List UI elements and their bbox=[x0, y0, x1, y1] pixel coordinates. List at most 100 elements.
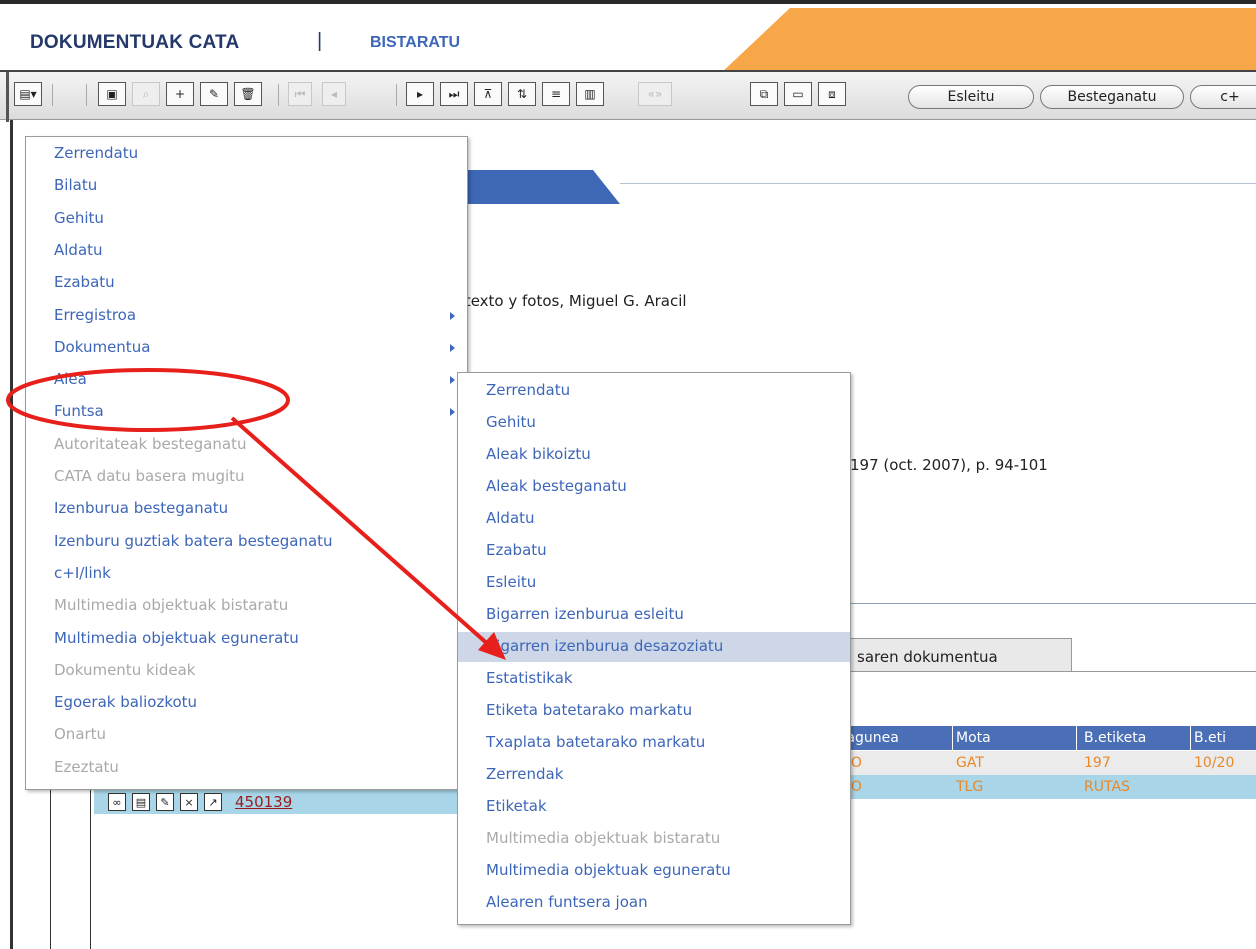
page-title: DOKUMENTUAK CATA bbox=[30, 32, 240, 53]
menu-item-label: Izenburu guztiak batera besteganatu bbox=[54, 531, 333, 550]
menu-item-zerrendak[interactable]: Zerrendak bbox=[458, 760, 850, 790]
add-icon[interactable]: + bbox=[166, 82, 194, 106]
menu-item-label: Aldatu bbox=[54, 240, 103, 259]
menu-item-zerrendatu[interactable]: Zerrendatu bbox=[26, 139, 467, 169]
menu-item-funtsa[interactable]: Funtsa bbox=[26, 397, 467, 427]
menu-item-dokumentu-kideak: Dokumentu kideak bbox=[26, 656, 467, 686]
cell-type: GAT bbox=[956, 755, 984, 771]
filter-icon[interactable]: ⊼ bbox=[474, 82, 502, 106]
menu-toggle-icon[interactable]: ▤▾ bbox=[14, 82, 42, 106]
menu-item-alea[interactable]: Alea bbox=[26, 365, 467, 395]
submenu-arrow-icon bbox=[450, 311, 455, 320]
paste-icon[interactable]: ⧈ bbox=[818, 82, 846, 106]
record-tab-strip bbox=[620, 183, 1256, 204]
menu-item-estatistikak[interactable]: Estatistikak bbox=[458, 664, 850, 694]
pencil-icon[interactable]: ✎ bbox=[156, 793, 174, 811]
menu-item-gehitu[interactable]: Gehitu bbox=[458, 408, 850, 438]
menu-item-aldatu[interactable]: Aldatu bbox=[26, 236, 467, 266]
document-icon[interactable]: ▤ bbox=[132, 793, 150, 811]
menu-item-label: Esleitu bbox=[486, 573, 537, 591]
menu-item-zerrendatu[interactable]: Zerrendatu bbox=[458, 376, 850, 406]
menu-item-label: Zerrendatu bbox=[54, 144, 139, 162]
menu-item-onartu: Onartu bbox=[26, 720, 467, 750]
tree-guide-line bbox=[50, 790, 51, 949]
menu-item-egoerak-baliozkotu[interactable]: Egoerak baliozkotu bbox=[26, 688, 467, 718]
assign-icon[interactable]: ↗ bbox=[204, 793, 222, 811]
sort-icon[interactable]: ⇅ bbox=[508, 82, 536, 106]
tree-guide-line bbox=[90, 790, 91, 949]
assign-button[interactable]: Esleitu bbox=[908, 85, 1034, 109]
edit-icon[interactable]: ✎ bbox=[200, 82, 228, 106]
link-icon[interactable]: ∞ bbox=[108, 793, 126, 811]
view-mode-label: BISTARATU bbox=[370, 34, 461, 51]
close-icon[interactable]: × bbox=[180, 793, 198, 811]
toolbar-separator bbox=[86, 84, 87, 106]
content-frame-left bbox=[10, 120, 13, 949]
menu-item-label: Estatistikak bbox=[486, 669, 573, 687]
toolbar-separator bbox=[52, 84, 53, 106]
last-record-icon[interactable]: ⏭ bbox=[440, 82, 468, 106]
menu-item-erregistroa[interactable]: Erregistroa bbox=[26, 301, 467, 331]
menu-item-gehitu[interactable]: Gehitu bbox=[26, 204, 467, 234]
menu-item-multimedia-objektuak-eguneratu[interactable]: Multimedia objektuak eguneratu bbox=[458, 856, 850, 886]
copy-icon[interactable]: ⧉ bbox=[750, 82, 778, 106]
menu-item-aleak-bikoiztu[interactable]: Aleak bikoiztu bbox=[458, 440, 850, 470]
columns-icon[interactable]: ≡ bbox=[542, 82, 570, 106]
search-icon[interactable]: ⌕ bbox=[132, 82, 160, 106]
menu-item-label: Zerrendatu bbox=[486, 381, 571, 399]
column-header-label[interactable]: B.etiketa bbox=[1084, 730, 1146, 746]
menu-item-ezeztatu: Ezeztatu bbox=[26, 753, 467, 783]
toolbar-edge bbox=[6, 72, 9, 122]
table-header-row: okagunea Mota B.etiketa B.eti bbox=[826, 726, 1256, 750]
report-icon[interactable]: ▥ bbox=[576, 82, 604, 106]
window-icon[interactable]: ▭ bbox=[784, 82, 812, 106]
column-header-label-date[interactable]: B.eti bbox=[1194, 730, 1226, 746]
menu-item-dokumentua[interactable]: Dokumentua bbox=[26, 333, 467, 363]
menu-item-c-i-link[interactable]: c+I/link bbox=[26, 559, 467, 589]
header-accent-cut bbox=[720, 8, 790, 74]
c-plus-button[interactable]: c+ bbox=[1190, 85, 1256, 109]
section-divider bbox=[850, 603, 1256, 604]
menu-item-izenburua-besteganatu[interactable]: Izenburua besteganatu bbox=[26, 494, 467, 524]
menu-item-aleak-besteganatu[interactable]: Aleak besteganatu bbox=[458, 472, 850, 502]
menu-item-bigarren-izenburua-desazoziatu[interactable]: Bigarren izenburua desazoziatu bbox=[458, 632, 850, 662]
menu-item-label: c+I/link bbox=[54, 563, 111, 582]
menu-item-autoritateak-besteganatu: Autoritateak besteganatu bbox=[26, 430, 467, 460]
table-row[interactable]: GO GAT 197 10/20 bbox=[826, 751, 1256, 775]
column-header-type[interactable]: Mota bbox=[956, 730, 991, 746]
menu-item-etiketa-batetarako-markatu[interactable]: Etiketa batetarako markatu bbox=[458, 696, 850, 726]
menu-item-label: Alea bbox=[54, 370, 87, 389]
menu-item-label: Alearen funtsera joan bbox=[486, 893, 648, 911]
first-record-icon[interactable]: ⏮ bbox=[288, 82, 312, 106]
menu-item-label: Zerrendak bbox=[486, 765, 564, 783]
subtab-related-document[interactable]: saren dokumentua bbox=[838, 638, 1072, 672]
menu-item-ezabatu[interactable]: Ezabatu bbox=[458, 536, 850, 566]
next-record-icon[interactable]: ▸ bbox=[406, 82, 434, 106]
menu-item-label: Egoerak baliozkotu bbox=[54, 693, 198, 712]
menu-item-label: Dokumentu kideak bbox=[54, 660, 196, 679]
menu-item-label: Gehitu bbox=[54, 208, 104, 227]
delete-icon[interactable]: 🗑 bbox=[234, 82, 262, 106]
menu-item-bilatu[interactable]: Bilatu bbox=[26, 171, 467, 201]
menu-item-txaplata-batetarako-markatu[interactable]: Txaplata batetarako markatu bbox=[458, 728, 850, 758]
menu-item-label: Autoritateak besteganatu bbox=[54, 434, 247, 453]
menu-item-label: Etiketa batetarako markatu bbox=[486, 701, 693, 719]
app-header: DOKUMENTUAK CATA | BISTARATU bbox=[0, 0, 1256, 74]
transfer-button[interactable]: Besteganatu bbox=[1040, 85, 1184, 109]
menu-item-aldatu[interactable]: Aldatu bbox=[458, 504, 850, 534]
expand-icon[interactable]: «» bbox=[638, 82, 672, 106]
table-row[interactable]: GO TLG RUTAS bbox=[826, 775, 1256, 799]
menu-item-ezabatu[interactable]: Ezabatu bbox=[26, 268, 467, 298]
view-icon[interactable]: ▣ bbox=[98, 82, 126, 106]
submenu-arrow-icon bbox=[450, 376, 455, 385]
menu-item-alearen-funtsera-joan[interactable]: Alearen funtsera joan bbox=[458, 888, 850, 918]
item-number-link[interactable]: 450139 bbox=[235, 793, 292, 811]
menu-item-label: CATA datu basera mugitu bbox=[54, 467, 245, 485]
menu-item-esleitu[interactable]: Esleitu bbox=[458, 568, 850, 598]
previous-record-icon[interactable]: ◂ bbox=[322, 82, 346, 106]
menu-item-multimedia-objektuak-eguneratu[interactable]: Multimedia objektuak eguneratu bbox=[26, 624, 467, 654]
menu-item-multimedia-objektuak-bistaratu: Multimedia objektuak bistaratu bbox=[26, 591, 467, 621]
menu-item-izenburu-guztiak-batera-besteganatu[interactable]: Izenburu guztiak batera besteganatu bbox=[26, 527, 467, 557]
menu-item-bigarren-izenburua-esleitu[interactable]: Bigarren izenburua esleitu bbox=[458, 600, 850, 630]
menu-item-etiketak[interactable]: Etiketak bbox=[458, 792, 850, 822]
